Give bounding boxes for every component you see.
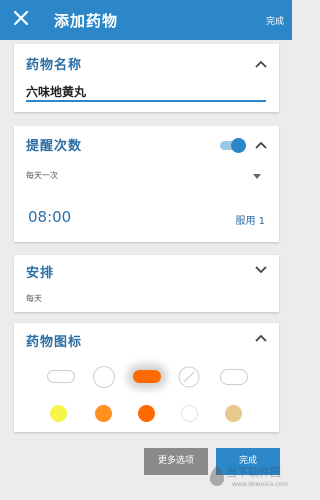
reminder-toggle[interactable]: [218, 137, 246, 153]
reminder-count-title: 提醒次数: [26, 139, 83, 154]
frequency-select[interactable]: 每天一次: [26, 170, 58, 181]
chevron-up-icon[interactable]: [255, 141, 267, 149]
dropdown-arrow-icon[interactable]: [253, 174, 261, 179]
toggle-thumb: [231, 138, 246, 153]
appbar-done-button[interactable]: 完成: [266, 14, 284, 27]
shape-oval-tablet[interactable]: [220, 369, 248, 385]
schedule-value: 每天: [26, 294, 42, 303]
shape-oval-pill[interactable]: [47, 370, 75, 383]
watermark-text: 当下软件园: [226, 466, 281, 479]
color-white[interactable]: [181, 405, 198, 422]
page-title: 添加药物: [54, 12, 119, 30]
color-beige[interactable]: [225, 405, 242, 422]
reminder-count-card: 提醒次数 每天一次 08:00 服用 1: [14, 126, 279, 242]
reminder-time[interactable]: 08:00: [28, 208, 71, 226]
medicine-icon-card: 药物图标: [14, 323, 279, 432]
medicine-icon-title: 药物图标: [26, 335, 83, 350]
shape-scored-tablet[interactable]: [178, 366, 200, 388]
close-icon[interactable]: [12, 9, 30, 27]
dose-amount[interactable]: 服用 1: [235, 212, 265, 227]
watermark-url: www.downxia.com: [232, 481, 288, 488]
medicine-name-card: 药物名称: [14, 44, 279, 112]
schedule-card[interactable]: 安排 每天: [14, 255, 279, 312]
shape-round-pill[interactable]: [93, 366, 115, 388]
medicine-name-input[interactable]: [26, 82, 266, 102]
shape-capsule-selected[interactable]: [133, 370, 161, 383]
chevron-up-icon[interactable]: [255, 60, 267, 68]
schedule-title: 安排: [26, 266, 55, 281]
watermark-logo-icon: [210, 465, 224, 486]
more-options-button[interactable]: 更多选项: [144, 448, 208, 475]
app-bar: 添加药物 完成: [0, 0, 292, 40]
color-orange[interactable]: [95, 405, 112, 422]
color-dark-orange-selected[interactable]: [138, 405, 155, 422]
chevron-up-icon[interactable]: [255, 334, 267, 342]
chevron-down-icon[interactable]: [255, 266, 267, 274]
color-yellow[interactable]: [50, 405, 67, 422]
medicine-name-title: 药物名称: [26, 58, 83, 73]
